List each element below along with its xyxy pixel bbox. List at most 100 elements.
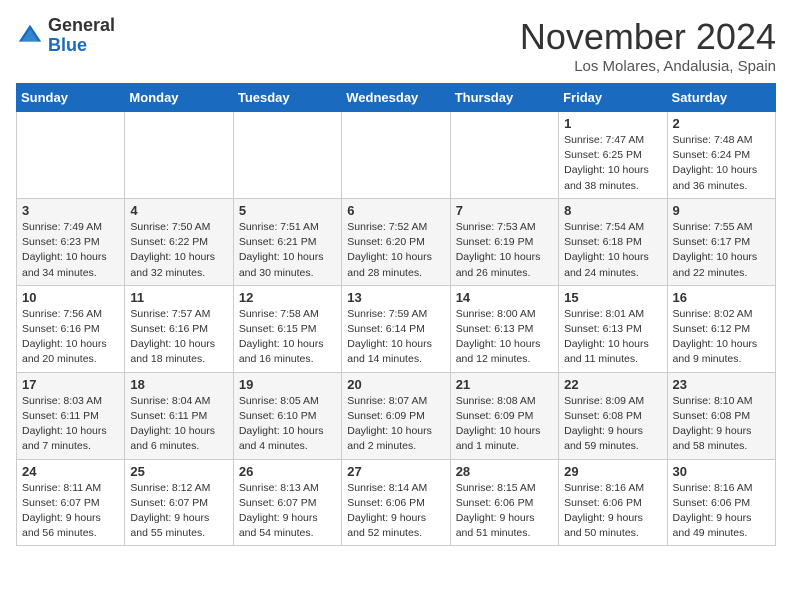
day-number: 27 [347,464,444,479]
day-number: 4 [130,203,227,218]
day-info: Sunrise: 8:16 AM Sunset: 6:06 PM Dayligh… [673,481,770,542]
day-number: 2 [673,116,770,131]
month-title: November 2024 [520,16,776,58]
header-day-wednesday: Wednesday [342,84,450,112]
day-number: 12 [239,290,336,305]
day-number: 13 [347,290,444,305]
day-info: Sunrise: 8:12 AM Sunset: 6:07 PM Dayligh… [130,481,227,542]
day-number: 25 [130,464,227,479]
day-info: Sunrise: 8:13 AM Sunset: 6:07 PM Dayligh… [239,481,336,542]
header-day-monday: Monday [125,84,233,112]
header-day-thursday: Thursday [450,84,558,112]
day-number: 10 [22,290,119,305]
logo: General Blue [16,16,115,56]
day-number: 17 [22,377,119,392]
day-info: Sunrise: 7:57 AM Sunset: 6:16 PM Dayligh… [130,307,227,368]
day-number: 26 [239,464,336,479]
day-info: Sunrise: 7:48 AM Sunset: 6:24 PM Dayligh… [673,133,770,194]
day-number: 22 [564,377,661,392]
day-number: 20 [347,377,444,392]
calendar-cell: 23 Sunrise: 8:10 AM Sunset: 6:08 PM Dayli… [667,372,775,459]
day-number: 29 [564,464,661,479]
calendar-cell: 7 Sunrise: 7:53 AM Sunset: 6:19 PM Daylig… [450,198,558,285]
header-row: SundayMondayTuesdayWednesdayThursdayFrid… [17,84,776,112]
day-info: Sunrise: 8:11 AM Sunset: 6:07 PM Dayligh… [22,481,119,542]
header-day-tuesday: Tuesday [233,84,341,112]
calendar-week-1: 3Sunrise: 7:49 AM Sunset: 6:23 PM Daylig… [17,198,776,285]
calendar-cell: 22 Sunrise: 8:09 AM Sunset: 6:08 PM Dayli… [559,372,667,459]
day-number: 9 [673,203,770,218]
calendar-cell: 19 Sunrise: 8:05 AM Sunset: 6:10 PM Dayli… [233,372,341,459]
day-info: Sunrise: 8:09 AM Sunset: 6:08 PM Dayligh… [564,394,661,455]
day-info: Sunrise: 8:16 AM Sunset: 6:06 PM Dayligh… [564,481,661,542]
day-number: 5 [239,203,336,218]
calendar-week-4: 24 Sunrise: 8:11 AM Sunset: 6:07 PM Dayli… [17,459,776,546]
day-number: 28 [456,464,553,479]
day-number: 7 [456,203,553,218]
day-info: Sunrise: 8:05 AM Sunset: 6:10 PM Dayligh… [239,394,336,455]
day-info: Sunrise: 8:10 AM Sunset: 6:08 PM Dayligh… [673,394,770,455]
day-info: Sunrise: 7:54 AM Sunset: 6:18 PM Dayligh… [564,220,661,281]
calendar-header: SundayMondayTuesdayWednesdayThursdayFrid… [17,84,776,112]
calendar-cell: 9 Sunrise: 7:55 AM Sunset: 6:17 PM Daylig… [667,198,775,285]
day-info: Sunrise: 8:15 AM Sunset: 6:06 PM Dayligh… [456,481,553,542]
calendar-cell: 26 Sunrise: 8:13 AM Sunset: 6:07 PM Dayli… [233,459,341,546]
calendar-cell: 4 Sunrise: 7:50 AM Sunset: 6:22 PM Daylig… [125,198,233,285]
day-number: 16 [673,290,770,305]
calendar-cell: 13 Sunrise: 7:59 AM Sunset: 6:14 PM Dayli… [342,285,450,372]
calendar-cell: 14Sunrise: 8:00 AM Sunset: 6:13 PM Dayli… [450,285,558,372]
calendar-cell [233,112,341,199]
day-info: Sunrise: 7:52 AM Sunset: 6:20 PM Dayligh… [347,220,444,281]
day-number: 21 [456,377,553,392]
header-day-saturday: Saturday [667,84,775,112]
location-subtitle: Los Molares, Andalusia, Spain [520,58,776,75]
day-number: 11 [130,290,227,305]
calendar-cell: 20 Sunrise: 8:07 AM Sunset: 6:09 PM Dayli… [342,372,450,459]
calendar-week-2: 10 Sunrise: 7:56 AM Sunset: 6:16 PM Dayli… [17,285,776,372]
day-info: Sunrise: 7:47 AM Sunset: 6:25 PM Dayligh… [564,133,661,194]
day-number: 30 [673,464,770,479]
header-day-friday: Friday [559,84,667,112]
calendar-cell: 15 Sunrise: 8:01 AM Sunset: 6:13 PM Dayli… [559,285,667,372]
calendar-cell: 5Sunrise: 7:51 AM Sunset: 6:21 PM Daylig… [233,198,341,285]
header-day-sunday: Sunday [17,84,125,112]
day-info: Sunrise: 7:56 AM Sunset: 6:16 PM Dayligh… [22,307,119,368]
day-info: Sunrise: 7:50 AM Sunset: 6:22 PM Dayligh… [130,220,227,281]
day-number: 23 [673,377,770,392]
calendar-cell [17,112,125,199]
day-info: Sunrise: 7:58 AM Sunset: 6:15 PM Dayligh… [239,307,336,368]
day-info: Sunrise: 8:01 AM Sunset: 6:13 PM Dayligh… [564,307,661,368]
day-info: Sunrise: 7:55 AM Sunset: 6:17 PM Dayligh… [673,220,770,281]
day-info: Sunrise: 8:04 AM Sunset: 6:11 PM Dayligh… [130,394,227,455]
day-info: Sunrise: 8:03 AM Sunset: 6:11 PM Dayligh… [22,394,119,455]
day-info: Sunrise: 7:53 AM Sunset: 6:19 PM Dayligh… [456,220,553,281]
day-number: 18 [130,377,227,392]
calendar-cell: 18 Sunrise: 8:04 AM Sunset: 6:11 PM Dayli… [125,372,233,459]
day-number: 19 [239,377,336,392]
day-number: 8 [564,203,661,218]
calendar-cell: 25 Sunrise: 8:12 AM Sunset: 6:07 PM Dayli… [125,459,233,546]
calendar-cell: 24 Sunrise: 8:11 AM Sunset: 6:07 PM Dayli… [17,459,125,546]
calendar-cell: 2 Sunrise: 7:48 AM Sunset: 6:24 PM Daylig… [667,112,775,199]
calendar-cell [450,112,558,199]
calendar-cell: 10 Sunrise: 7:56 AM Sunset: 6:16 PM Dayli… [17,285,125,372]
day-info: Sunrise: 7:49 AM Sunset: 6:23 PM Dayligh… [22,220,119,281]
calendar-cell: 6 Sunrise: 7:52 AM Sunset: 6:20 PM Daylig… [342,198,450,285]
calendar-cell: 21 Sunrise: 8:08 AM Sunset: 6:09 PM Dayli… [450,372,558,459]
day-number: 15 [564,290,661,305]
calendar-cell: 17 Sunrise: 8:03 AM Sunset: 6:11 PM Dayli… [17,372,125,459]
day-info: Sunrise: 8:08 AM Sunset: 6:09 PM Dayligh… [456,394,553,455]
day-number: 14 [456,290,553,305]
calendar-cell: 1Sunrise: 7:47 AM Sunset: 6:25 PM Daylig… [559,112,667,199]
calendar-cell: 28 Sunrise: 8:15 AM Sunset: 6:06 PM Dayli… [450,459,558,546]
calendar-cell: 16Sunrise: 8:02 AM Sunset: 6:12 PM Dayli… [667,285,775,372]
calendar-title-area: November 2024 Los Molares, Andalusia, Sp… [520,16,776,75]
day-number: 6 [347,203,444,218]
logo-blue-text: Blue [48,36,115,56]
calendar-cell: 12 Sunrise: 7:58 AM Sunset: 6:15 PM Dayli… [233,285,341,372]
day-info: Sunrise: 8:07 AM Sunset: 6:09 PM Dayligh… [347,394,444,455]
calendar-cell: 30 Sunrise: 8:16 AM Sunset: 6:06 PM Dayli… [667,459,775,546]
day-info: Sunrise: 7:59 AM Sunset: 6:14 PM Dayligh… [347,307,444,368]
day-number: 24 [22,464,119,479]
calendar-week-3: 17 Sunrise: 8:03 AM Sunset: 6:11 PM Dayli… [17,372,776,459]
